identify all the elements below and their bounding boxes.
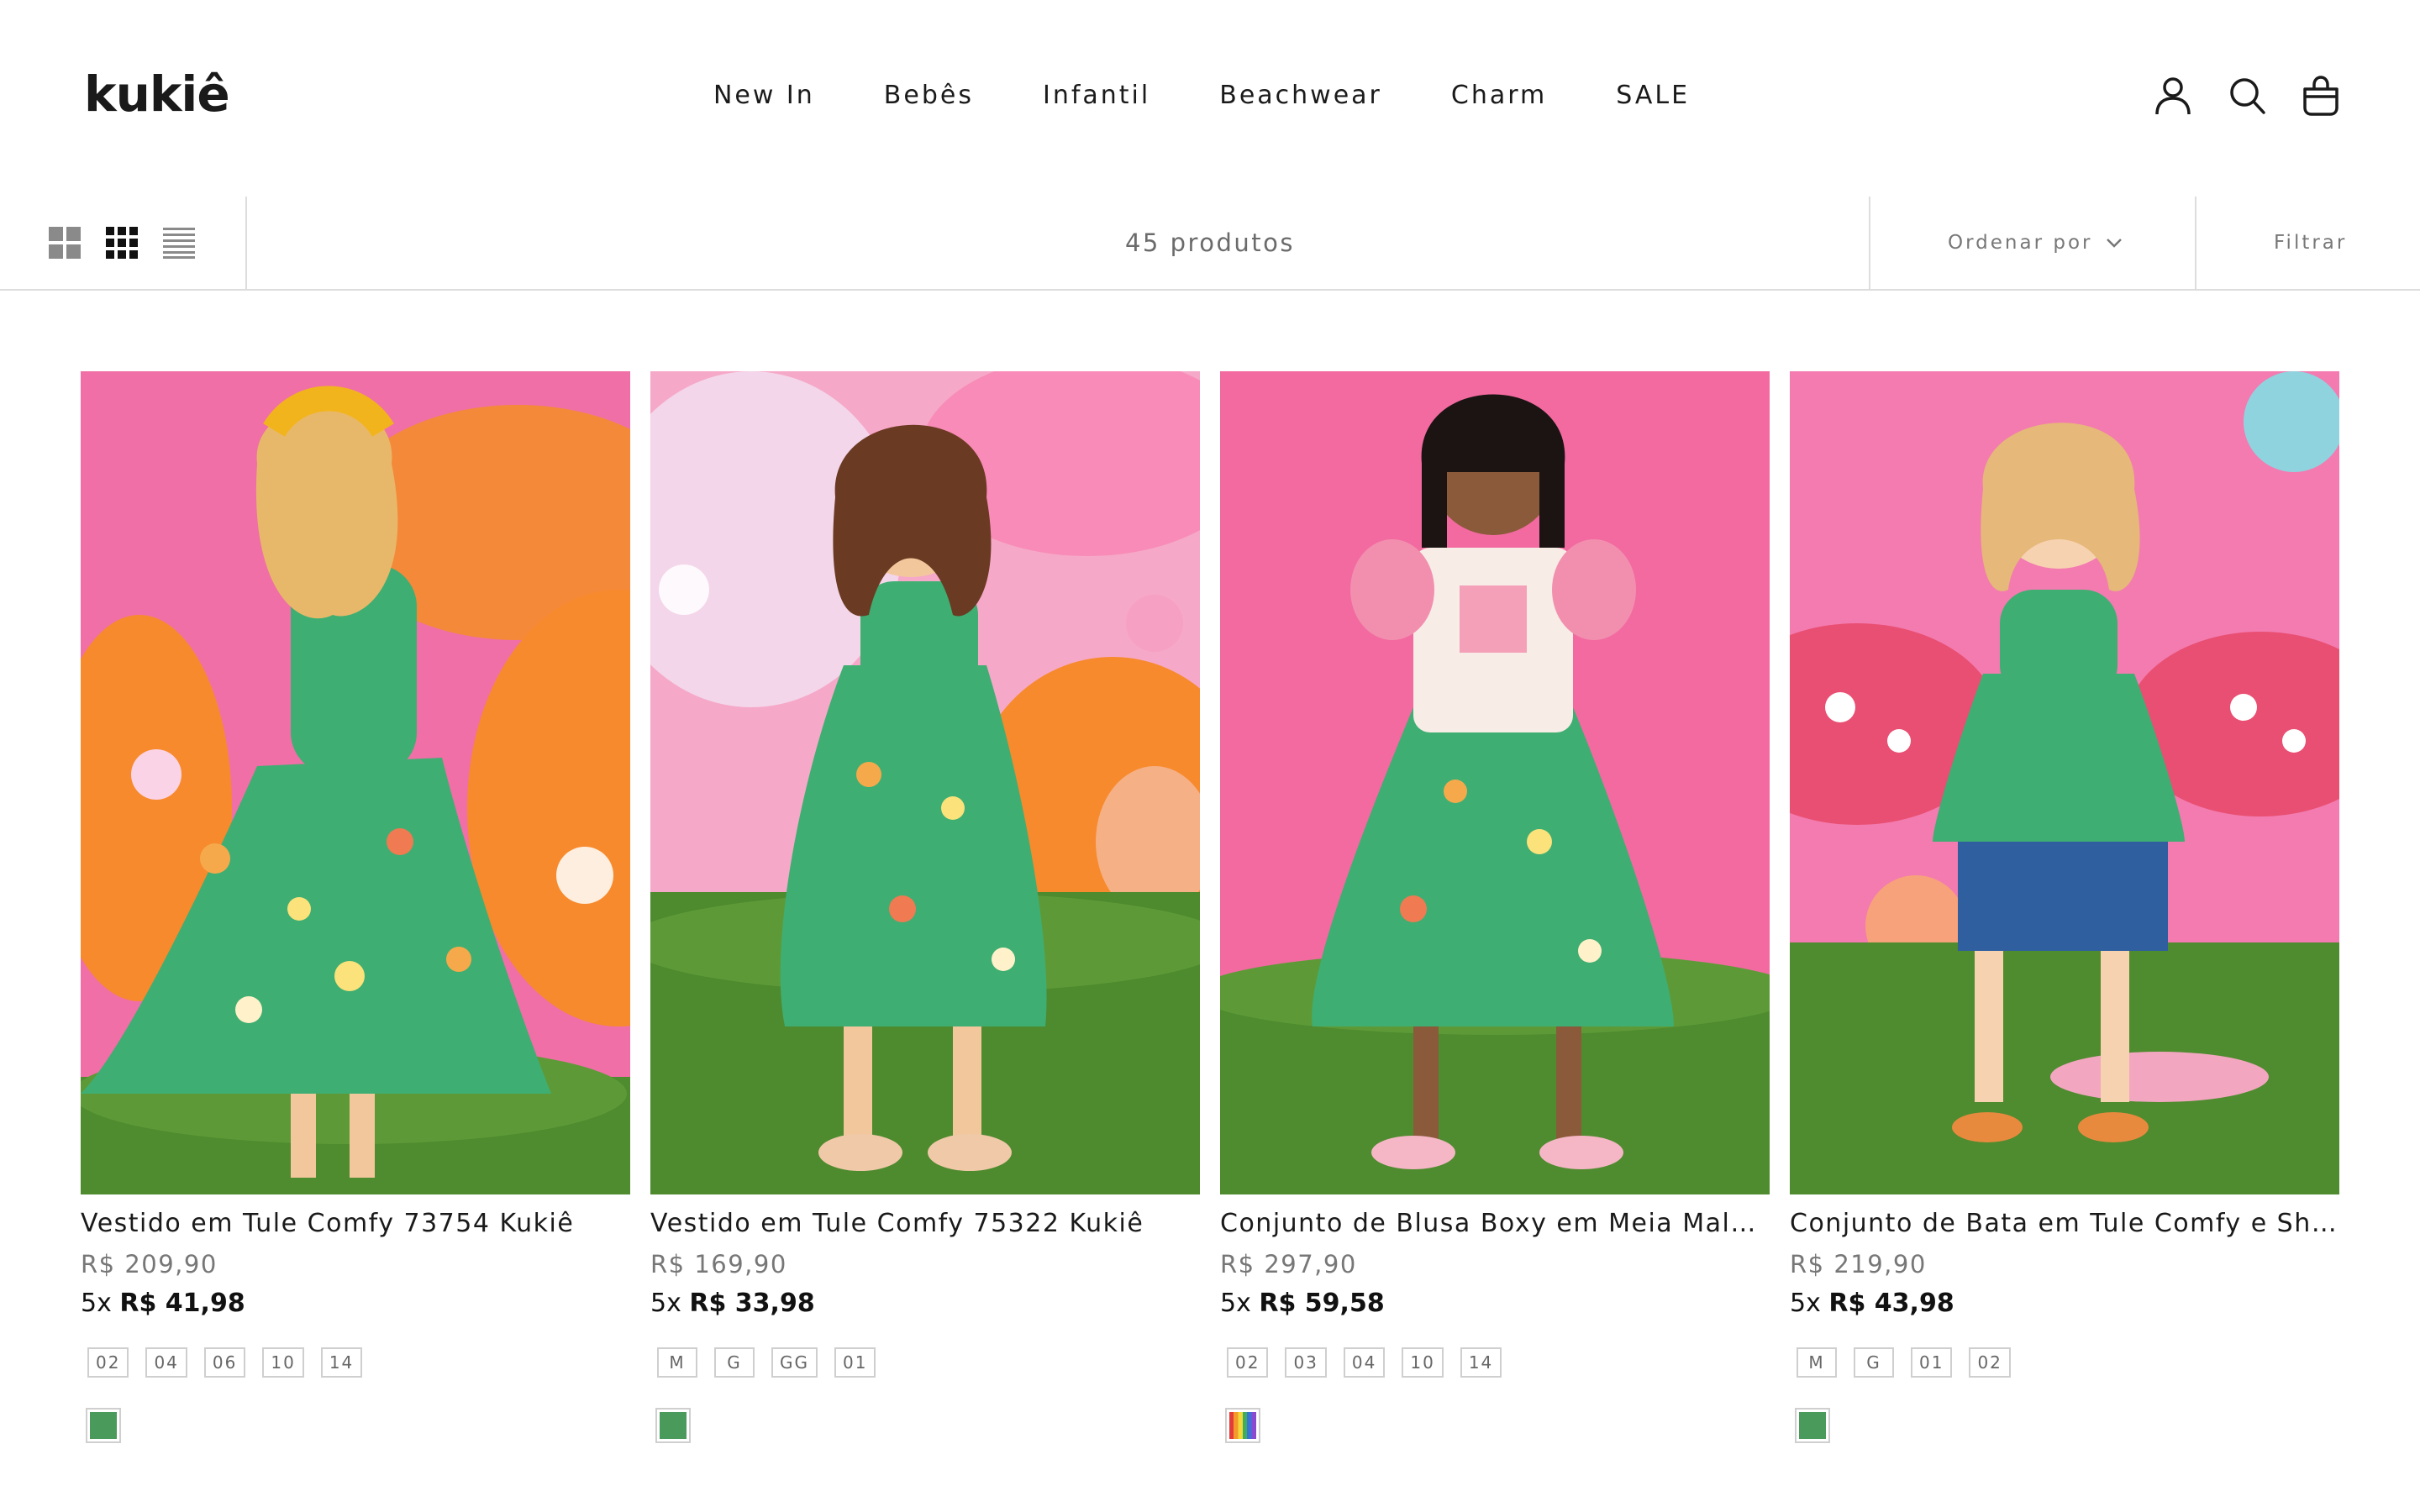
installment-value: R$ 43,98 bbox=[1828, 1289, 1954, 1318]
size-option[interactable]: 14 bbox=[1460, 1347, 1502, 1378]
size-option[interactable]: 04 bbox=[1343, 1347, 1386, 1378]
size-option[interactable]: G bbox=[1854, 1347, 1894, 1378]
size-option[interactable]: GG bbox=[771, 1347, 818, 1378]
size-option[interactable]: M bbox=[657, 1347, 697, 1378]
filter-button[interactable]: Filtrar bbox=[2274, 232, 2347, 254]
installment-price: 5x R$ 41,98 bbox=[81, 1289, 630, 1324]
color-swatches bbox=[81, 1408, 630, 1443]
size-option[interactable]: 02 bbox=[1227, 1347, 1269, 1378]
color-swatches bbox=[1220, 1408, 1770, 1443]
size-option[interactable]: 14 bbox=[320, 1347, 363, 1378]
product-image[interactable] bbox=[81, 371, 630, 1194]
installment-value: R$ 33,98 bbox=[689, 1289, 815, 1318]
size-option[interactable]: 02 bbox=[1969, 1347, 2011, 1378]
size-options: M G 01 02 bbox=[1790, 1347, 2339, 1378]
installment-price: 5x R$ 59,58 bbox=[1220, 1289, 1770, 1324]
size-options: 02 03 04 10 14 bbox=[1220, 1347, 1770, 1378]
nav-item-infantil[interactable]: Infantil bbox=[1043, 81, 1150, 110]
product-title[interactable]: Vestido em Tule Comfy 73754 Kukiê bbox=[81, 1206, 630, 1242]
installment-prefix: 5x bbox=[1220, 1289, 1260, 1318]
product-image[interactable] bbox=[1220, 371, 1770, 1194]
product-image[interactable] bbox=[650, 371, 1200, 1194]
color-swatch-multicolor[interactable] bbox=[1225, 1408, 1260, 1443]
installment-prefix: 5x bbox=[650, 1289, 690, 1318]
size-option[interactable]: 03 bbox=[1285, 1347, 1327, 1378]
account-icon[interactable] bbox=[2154, 76, 2191, 116]
site-header: kukiê New In Bebês Infantil Beachwear Ch… bbox=[0, 0, 2420, 193]
product-price: R$ 219,90 bbox=[1790, 1250, 1927, 1278]
installment-value: R$ 59,58 bbox=[1259, 1289, 1385, 1318]
nav-item-sale[interactable]: SALE bbox=[1616, 81, 1690, 110]
size-options: 02 04 06 10 14 bbox=[81, 1347, 630, 1378]
product-card[interactable]: Conjunto de Bata em Tule Comfy e Shorts … bbox=[1790, 371, 2339, 1443]
sort-dropdown[interactable]: Ordenar por bbox=[1948, 232, 2123, 254]
product-grid: Vestido em Tule Comfy 73754 Kukiê R$ 209… bbox=[81, 371, 2339, 1443]
size-option[interactable]: M bbox=[1797, 1347, 1837, 1378]
product-title[interactable]: Vestido em Tule Comfy 75322 Kukiê bbox=[650, 1206, 1200, 1242]
size-option[interactable]: 01 bbox=[834, 1347, 876, 1378]
nav-item-charm[interactable]: Charm bbox=[1451, 81, 1547, 110]
installment-prefix: 5x bbox=[1790, 1289, 1829, 1318]
product-card[interactable]: Conjunto de Blusa Boxy em Meia Malha e V… bbox=[1220, 371, 1770, 1443]
product-title[interactable]: Conjunto de Bata em Tule Comfy e Shorts bbox=[1790, 1206, 2339, 1242]
product-card[interactable]: Vestido em Tule Comfy 73754 Kukiê R$ 209… bbox=[81, 371, 630, 1443]
toolbar-divider bbox=[2195, 197, 2196, 289]
product-price: R$ 169,90 bbox=[650, 1250, 787, 1278]
collection-toolbar: 45 produtos Ordenar por Filtrar bbox=[0, 197, 2420, 291]
product-title[interactable]: Conjunto de Blusa Boxy em Meia Malha e V… bbox=[1220, 1206, 1770, 1242]
size-option[interactable]: 10 bbox=[262, 1347, 304, 1378]
product-card[interactable]: Vestido em Tule Comfy 75322 Kukiê R$ 169… bbox=[650, 371, 1200, 1443]
color-swatch-green[interactable] bbox=[655, 1408, 691, 1443]
size-option[interactable]: 02 bbox=[87, 1347, 129, 1378]
installment-price: 5x R$ 43,98 bbox=[1790, 1289, 2339, 1324]
toolbar-divider bbox=[1869, 197, 1870, 289]
product-image[interactable] bbox=[1790, 371, 2339, 1194]
nav-item-beachwear[interactable]: Beachwear bbox=[1219, 81, 1382, 110]
size-option[interactable]: 04 bbox=[145, 1347, 187, 1378]
chevron-down-icon bbox=[2107, 239, 2123, 248]
size-option[interactable]: G bbox=[714, 1347, 755, 1378]
nav-item-bebes[interactable]: Bebês bbox=[884, 81, 974, 110]
color-swatches bbox=[650, 1408, 1200, 1443]
bag-icon[interactable] bbox=[2302, 76, 2339, 116]
search-icon[interactable] bbox=[2228, 76, 2265, 116]
color-swatch-green[interactable] bbox=[1795, 1408, 1830, 1443]
product-price: R$ 297,90 bbox=[1220, 1250, 1357, 1278]
size-option[interactable]: 10 bbox=[1402, 1347, 1444, 1378]
installment-value: R$ 41,98 bbox=[119, 1289, 245, 1318]
size-option[interactable]: 06 bbox=[203, 1347, 246, 1378]
installment-prefix: 5x bbox=[81, 1289, 120, 1318]
color-swatches bbox=[1790, 1408, 2339, 1443]
size-options: M G GG 01 bbox=[650, 1347, 1200, 1378]
product-price: R$ 209,90 bbox=[81, 1250, 218, 1278]
sort-label: Ordenar por bbox=[1948, 232, 2093, 254]
header-actions bbox=[2154, 76, 2339, 116]
main-nav: New In Bebês Infantil Beachwear Charm SA… bbox=[0, 81, 2420, 110]
color-swatch-green[interactable] bbox=[86, 1408, 121, 1443]
size-option[interactable]: 01 bbox=[1911, 1347, 1953, 1378]
installment-price: 5x R$ 33,98 bbox=[650, 1289, 1200, 1324]
nav-item-new-in[interactable]: New In bbox=[713, 81, 815, 110]
